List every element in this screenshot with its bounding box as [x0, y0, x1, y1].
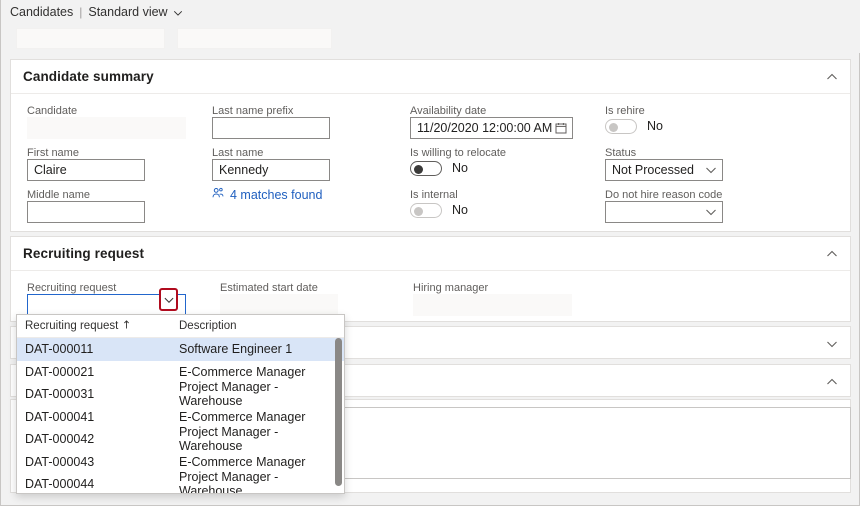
is-rehire-label: Is rehire: [605, 105, 645, 117]
dropdown-row-id: DAT-000042: [17, 432, 177, 446]
hiring-manager-label: Hiring manager: [413, 282, 488, 294]
dropdown-row[interactable]: DAT-000031 Project Manager - Warehouse: [17, 383, 344, 406]
availability-date-label: Availability date: [410, 105, 486, 117]
dropdown-row-description: Project Manager - Warehouse: [177, 425, 344, 453]
chevron-down-icon[interactable]: [705, 164, 717, 176]
dropdown-row-id: DAT-000031: [17, 387, 177, 401]
recruiting-request-dropdown-chevron-highlight[interactable]: [159, 288, 178, 311]
dropdown-row-description: E-Commerce Manager: [177, 455, 344, 469]
calendar-icon[interactable]: [555, 122, 567, 134]
dropdown-scrollbar[interactable]: [335, 338, 342, 490]
dropdown-column-header-id-label: Recruiting request: [25, 320, 118, 332]
candidate-label: Candidate: [27, 105, 77, 117]
filter-strip: [1, 24, 860, 53]
dropdown-column-header-description[interactable]: Description: [177, 320, 344, 332]
is-willing-to-relocate-toggle[interactable]: [410, 161, 442, 176]
breadcrumb: Candidates | Standard view: [1, 0, 860, 24]
chevron-down-icon: [173, 7, 183, 17]
chevron-down-icon[interactable]: [705, 206, 717, 218]
toggle-knob: [609, 123, 618, 132]
dropdown-row-id: DAT-000011: [17, 342, 177, 356]
dropdown-row-id: DAT-000044: [17, 477, 177, 491]
chevron-up-icon[interactable]: [826, 376, 838, 388]
first-name-label: First name: [27, 147, 79, 159]
is-internal-label: Is internal: [410, 189, 458, 201]
last-name-input[interactable]: Kennedy: [212, 159, 330, 181]
is-willing-to-relocate-value: No: [452, 161, 468, 175]
is-internal-toggle[interactable]: [410, 203, 442, 218]
dropdown-row-id: DAT-000041: [17, 410, 177, 424]
middle-name-input[interactable]: [27, 201, 145, 223]
recruiting-request-header[interactable]: Recruiting request: [11, 237, 850, 271]
middle-name-label: Middle name: [27, 189, 90, 201]
status-label: Status: [605, 147, 636, 159]
people-icon: [212, 187, 224, 202]
dropdown-row-description: Project Manager - Warehouse: [177, 380, 344, 408]
view-selector[interactable]: Standard view: [88, 5, 182, 19]
dropdown-row[interactable]: DAT-000042 Project Manager - Warehouse: [17, 428, 344, 451]
dropdown-row-id: DAT-000043: [17, 455, 177, 469]
filter-field-b[interactable]: [177, 28, 332, 49]
candidate-summary-header[interactable]: Candidate summary: [11, 60, 850, 94]
candidate-summary-title: Candidate summary: [23, 69, 154, 84]
dropdown-row-description: Software Engineer 1: [177, 342, 344, 356]
estimated-start-date-input[interactable]: [220, 294, 338, 316]
toggle-knob: [414, 207, 423, 216]
chevron-up-icon[interactable]: [826, 248, 838, 260]
chevron-up-icon[interactable]: [826, 71, 838, 83]
toggle-knob: [414, 165, 423, 174]
view-selector-label: Standard view: [88, 5, 167, 19]
matches-found-link[interactable]: 4 matches found: [212, 187, 322, 202]
last-name-prefix-label: Last name prefix: [212, 105, 293, 117]
is-willing-to-relocate-label: Is willing to relocate: [410, 147, 506, 159]
breadcrumb-root[interactable]: Candidates: [10, 5, 73, 19]
chevron-down-icon[interactable]: [163, 294, 174, 305]
availability-date-value: 11/20/2020 12:00:00 AM: [417, 121, 552, 135]
recruiting-request-label: Recruiting request: [27, 282, 116, 294]
dropdown-scrollbar-thumb[interactable]: [335, 338, 342, 486]
candidate-summary-card: Candidate summary Candidate First name C…: [10, 59, 851, 232]
app-page: Candidates | Standard view Candidate sum…: [0, 0, 860, 506]
dropdown-row[interactable]: DAT-000011 Software Engineer 1: [17, 338, 344, 361]
dropdown-row-description: E-Commerce Manager: [177, 365, 344, 379]
dropdown-header-row: Recruiting request Description: [17, 315, 344, 338]
dropdown-row[interactable]: DAT-000044 Project Manager - Warehouse: [17, 473, 344, 494]
last-name-prefix-input[interactable]: [212, 117, 330, 139]
dropdown-row-description: E-Commerce Manager: [177, 410, 344, 424]
first-name-input[interactable]: Claire: [27, 159, 145, 181]
dropdown-row-description: Project Manager - Warehouse: [177, 470, 344, 494]
breadcrumb-separator: |: [79, 5, 82, 19]
filter-field-a[interactable]: [16, 28, 165, 49]
candidate-input[interactable]: [27, 117, 186, 139]
is-rehire-toggle[interactable]: [605, 119, 637, 134]
dropdown-column-header-id[interactable]: Recruiting request: [17, 319, 177, 333]
recruiting-request-card: Recruiting request Recruiting request Es…: [10, 236, 851, 322]
last-name-label: Last name: [212, 147, 263, 159]
hiring-manager-input[interactable]: [413, 294, 572, 316]
estimated-start-date-label: Estimated start date: [220, 282, 318, 294]
do-not-hire-reason-code-label: Do not hire reason code: [605, 189, 722, 201]
status-value: Not Processed: [612, 163, 694, 177]
recruiting-request-dropdown[interactable]: Recruiting request Description DAT-00001…: [16, 314, 345, 494]
recruiting-request-title: Recruiting request: [23, 246, 144, 261]
dropdown-row-id: DAT-000021: [17, 365, 177, 379]
chevron-down-icon[interactable]: [826, 338, 838, 350]
status-select[interactable]: Not Processed: [605, 159, 723, 181]
is-rehire-value: No: [647, 119, 663, 133]
matches-found-label: 4 matches found: [230, 188, 322, 202]
do-not-hire-reason-code-select[interactable]: [605, 201, 723, 223]
sort-ascending-icon: [122, 319, 131, 333]
is-internal-value: No: [452, 203, 468, 217]
availability-date-input[interactable]: 11/20/2020 12:00:00 AM: [410, 117, 573, 139]
